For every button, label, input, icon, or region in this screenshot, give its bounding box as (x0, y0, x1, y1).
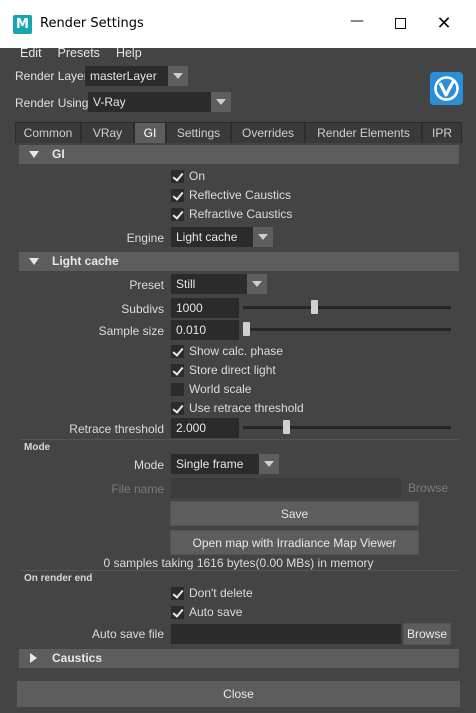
memory-info-text: 0 samples taking 1616 bytes(0.00 MBs) in… (103, 556, 374, 570)
mode-label: Mode (133, 458, 164, 472)
close-button[interactable]: Close (17, 681, 460, 707)
sample-size-label: Sample size (98, 324, 164, 338)
show-calc-phase-label: Show calc. phase (189, 344, 284, 358)
auto-save-browse-button[interactable]: Browse (403, 623, 451, 645)
caustics-section-header[interactable]: Caustics (19, 649, 459, 668)
on-render-end-subsection-label: On render end (24, 573, 93, 584)
gi-settings-panel[interactable]: GI On Reflective Caustics Refractive Cau… (17, 143, 460, 670)
show-calc-phase-checkbox[interactable] (171, 344, 184, 358)
store-direct-light-label: Store direct light (189, 363, 276, 377)
gi-on-label: On (189, 169, 206, 183)
engine-dropdown[interactable]: Light cache (171, 227, 253, 247)
retrace-threshold-slider-track[interactable] (243, 426, 451, 429)
chevron-down-icon[interactable] (253, 227, 273, 247)
tab-overrides[interactable]: Overrides (231, 122, 305, 143)
vertical-scrollbar[interactable] (461, 143, 475, 670)
render-using-label: Render Using (15, 96, 89, 110)
store-direct-light-checkbox[interactable] (171, 363, 184, 377)
expand-triangle-icon[interactable] (30, 653, 37, 663)
minimize-icon[interactable]: — (342, 10, 372, 38)
gi-on-checkbox-row[interactable]: On (171, 168, 205, 184)
use-retrace-threshold-label: Use retrace threshold (189, 401, 304, 415)
store-direct-light-row[interactable]: Store direct light (171, 362, 276, 378)
menu-bar: Edit Presets Help (12, 44, 150, 62)
auto-save-file-label: Auto save file (91, 627, 164, 641)
collapse-triangle-icon[interactable] (29, 258, 39, 265)
save-button[interactable]: Save (170, 501, 419, 526)
file-name-label: File name (111, 482, 164, 496)
mode-subsection-label: Mode (24, 442, 51, 453)
maya-app-icon: M (13, 15, 32, 34)
auto-save-row[interactable]: Auto save (171, 604, 242, 620)
close-window-icon[interactable]: ✕ (429, 10, 459, 38)
tab-bar: Common VRay GI Settings Overrides Render… (15, 122, 462, 143)
auto-save-file-field[interactable] (171, 624, 401, 644)
separator (19, 439, 459, 440)
dont-delete-checkbox[interactable] (171, 586, 184, 600)
world-scale-row[interactable]: World scale (171, 381, 251, 397)
light-cache-header-label: Light cache (52, 254, 119, 268)
subdivs-field[interactable]: 1000 (171, 298, 239, 318)
retrace-threshold-field[interactable]: 2.000 (171, 418, 239, 438)
show-calc-phase-row[interactable]: Show calc. phase (171, 343, 283, 359)
chevron-down-icon[interactable] (247, 274, 267, 294)
title-bar: M Render Settings — ✕ (0, 0, 476, 48)
render-layer-label: Render Layer (15, 69, 88, 83)
gi-on-checkbox[interactable] (171, 169, 184, 183)
menu-help[interactable]: Help (108, 44, 150, 62)
tab-settings[interactable]: Settings (166, 122, 231, 143)
subdivs-label: Subdivs (121, 302, 164, 316)
open-irradiance-map-viewer-button[interactable]: Open map with Irradiance Map Viewer (170, 530, 419, 555)
retrace-threshold-slider-handle[interactable] (283, 420, 291, 434)
caustics-header-label: Caustics (52, 651, 103, 665)
maximize-icon[interactable] (385, 10, 415, 38)
retrace-threshold-label: Retrace threshold (69, 422, 164, 436)
subdivs-slider-track[interactable] (243, 306, 451, 309)
refractive-caustics-label: Refractive Caustics (189, 207, 293, 221)
preset-label: Preset (129, 278, 164, 292)
reflective-caustics-checkbox-row[interactable]: Reflective Caustics (171, 187, 291, 203)
tab-ipr[interactable]: IPR (422, 122, 462, 143)
use-retrace-threshold-checkbox[interactable] (171, 401, 184, 415)
preset-dropdown[interactable]: Still (171, 274, 247, 294)
engine-label: Engine (126, 231, 164, 245)
gi-header-label: GI (52, 147, 65, 161)
menu-presets[interactable]: Presets (50, 44, 108, 62)
separator (19, 570, 459, 571)
reflective-caustics-label: Reflective Caustics (189, 188, 292, 202)
collapse-triangle-icon[interactable] (29, 151, 39, 158)
tab-vray[interactable]: VRay (81, 122, 134, 143)
light-cache-section-header[interactable]: Light cache (19, 252, 459, 271)
refractive-caustics-checkbox[interactable] (171, 207, 184, 221)
sample-size-slider-handle[interactable] (243, 322, 250, 336)
world-scale-checkbox[interactable] (171, 382, 184, 396)
file-name-browse-button[interactable]: Browse (404, 478, 452, 498)
tab-render-elements[interactable]: Render Elements (305, 122, 422, 143)
sample-size-field[interactable]: 0.010 (171, 320, 239, 340)
window-title: Render Settings (40, 16, 144, 31)
tab-gi[interactable]: GI (134, 122, 166, 143)
vray-logo-icon (430, 72, 463, 105)
chevron-down-icon[interactable] (211, 92, 231, 112)
world-scale-label: World scale (189, 382, 252, 396)
auto-save-checkbox[interactable] (171, 605, 184, 619)
gi-section-header[interactable]: GI (19, 145, 459, 164)
render-layer-dropdown[interactable]: masterLayer (85, 66, 168, 86)
refractive-caustics-checkbox-row[interactable]: Refractive Caustics (171, 206, 292, 222)
menu-edit[interactable]: Edit (12, 44, 50, 62)
reflective-caustics-checkbox[interactable] (171, 188, 184, 202)
mode-dropdown[interactable]: Single frame (171, 454, 259, 474)
dont-delete-row[interactable]: Don't delete (171, 585, 253, 601)
dont-delete-label: Don't delete (189, 586, 253, 600)
chevron-down-icon[interactable] (259, 454, 279, 474)
subdivs-slider-handle[interactable] (311, 300, 319, 314)
chevron-down-icon[interactable] (168, 66, 188, 86)
use-retrace-threshold-row[interactable]: Use retrace threshold (171, 400, 304, 416)
auto-save-label: Auto save (189, 605, 243, 619)
tab-common[interactable]: Common (15, 122, 81, 143)
file-name-field[interactable] (171, 478, 401, 498)
render-using-dropdown[interactable]: V-Ray (88, 92, 211, 112)
sample-size-slider-track[interactable] (243, 328, 451, 331)
